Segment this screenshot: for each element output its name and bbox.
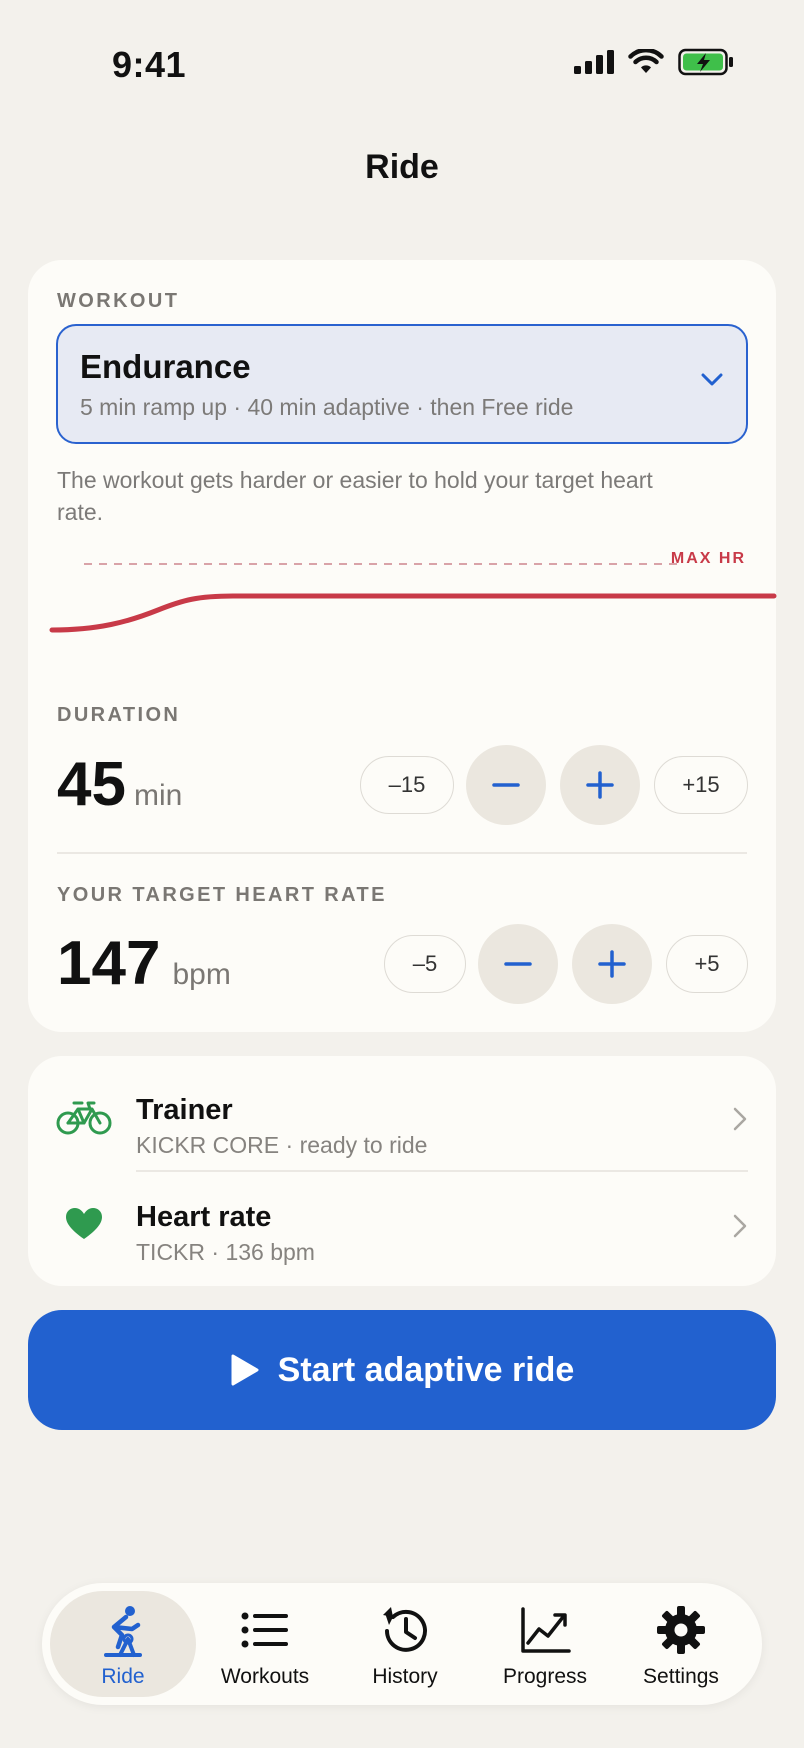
device-subtitle: TICKR · 136 bpm — [136, 1239, 315, 1265]
tab-label: Settings — [643, 1665, 719, 1688]
tab-label: Progress — [502, 1665, 588, 1688]
target-hr-unit: bpm — [172, 958, 231, 991]
max-hr-label: MAX HR — [670, 550, 746, 567]
signal-icon — [574, 50, 614, 74]
minus-icon — [492, 783, 520, 787]
target-hr-plus-button[interactable] — [572, 924, 652, 1004]
minus-icon — [504, 962, 532, 966]
tab-label: Ride — [101, 1665, 145, 1688]
device-subtitle: KICKR CORE · ready to ride — [136, 1132, 428, 1158]
list-icon — [241, 1612, 288, 1648]
devices-card: Trainer KICKR CORE · ready to ride Heart… — [28, 1056, 776, 1286]
workout-explanation: The workout gets harder or easier to hol… — [57, 467, 653, 525]
chevron-right-icon — [733, 1214, 747, 1238]
target-hr-section-label: YOUR TARGET HEART RATE — [57, 884, 387, 906]
status-icons — [574, 48, 734, 76]
duration-value: 45 min — [57, 750, 183, 819]
workout-select[interactable]: Endurance 5 min ramp up · 40 min adaptiv… — [56, 324, 748, 444]
duration-section-label: DURATION — [57, 704, 181, 726]
page-title: Ride — [365, 148, 439, 186]
device-row-heart-rate[interactable]: Heart rate TICKR · 136 bpm — [28, 1171, 776, 1277]
duration-stepper: 45 min –15 +15 — [28, 745, 776, 835]
start-button-label: Start adaptive ride — [277, 1350, 575, 1389]
workout-section-label: WORKOUT — [57, 290, 180, 312]
device-title: Heart rate — [136, 1201, 272, 1233]
duration-plus-button[interactable] — [560, 745, 640, 825]
tab-settings[interactable]: Settings — [608, 1591, 754, 1697]
target-hr-value: 147 bpm — [57, 929, 231, 998]
bicycle-icon — [56, 1094, 112, 1140]
hr-target-curve — [49, 593, 777, 633]
duration-minus-button[interactable] — [466, 745, 546, 825]
heart-icon — [56, 1201, 112, 1247]
battery-icon — [678, 48, 733, 76]
tab-ride[interactable]: Ride — [50, 1591, 196, 1697]
tab-workouts[interactable]: Workouts — [192, 1591, 338, 1697]
chevron-down-icon — [701, 373, 723, 386]
workout-name: Endurance — [80, 348, 251, 385]
tab-label: History — [372, 1665, 438, 1688]
workout-profile-chart — [49, 563, 777, 633]
chart-icon — [521, 1607, 571, 1653]
tab-history[interactable]: History — [332, 1591, 478, 1697]
target-hr-minus-5-button[interactable]: –5 — [384, 935, 466, 993]
target-hr-minus-button[interactable] — [478, 924, 558, 1004]
duration-minus-15-button[interactable]: –15 — [360, 756, 454, 814]
device-row-trainer[interactable]: Trainer KICKR CORE · ready to ride — [28, 1064, 776, 1170]
workout-description: 5 min ramp up · 40 min adaptive · then F… — [80, 394, 574, 420]
plus-icon — [598, 950, 626, 978]
duration-plus-15-button[interactable]: +15 — [654, 756, 748, 814]
duration-unit: min — [133, 779, 183, 812]
status-bar: 9:41 — [0, 0, 804, 120]
status-time: 9:41 — [112, 44, 187, 85]
device-title: Trainer — [136, 1094, 233, 1126]
history-icon — [383, 1607, 427, 1652]
target-hr-stepper: 147 bpm –5 +5 — [28, 924, 776, 1014]
divider — [57, 852, 747, 854]
workout-card: WORKOUT Endurance 5 min ramp up · 40 min… — [28, 260, 777, 1032]
play-icon — [231, 1354, 259, 1386]
tab-label: Workouts — [220, 1665, 310, 1688]
wifi-icon — [628, 49, 664, 73]
chevron-right-icon — [733, 1107, 747, 1131]
start-adaptive-ride-button[interactable]: Start adaptive ride — [28, 1310, 776, 1430]
cyclist-icon — [104, 1606, 142, 1657]
tab-bar: Ride Workouts History Progress Settings — [42, 1583, 762, 1705]
tab-progress[interactable]: Progress — [472, 1591, 618, 1697]
gear-icon — [657, 1606, 705, 1654]
target-hr-plus-5-button[interactable]: +5 — [666, 935, 748, 993]
plus-icon — [586, 771, 614, 799]
